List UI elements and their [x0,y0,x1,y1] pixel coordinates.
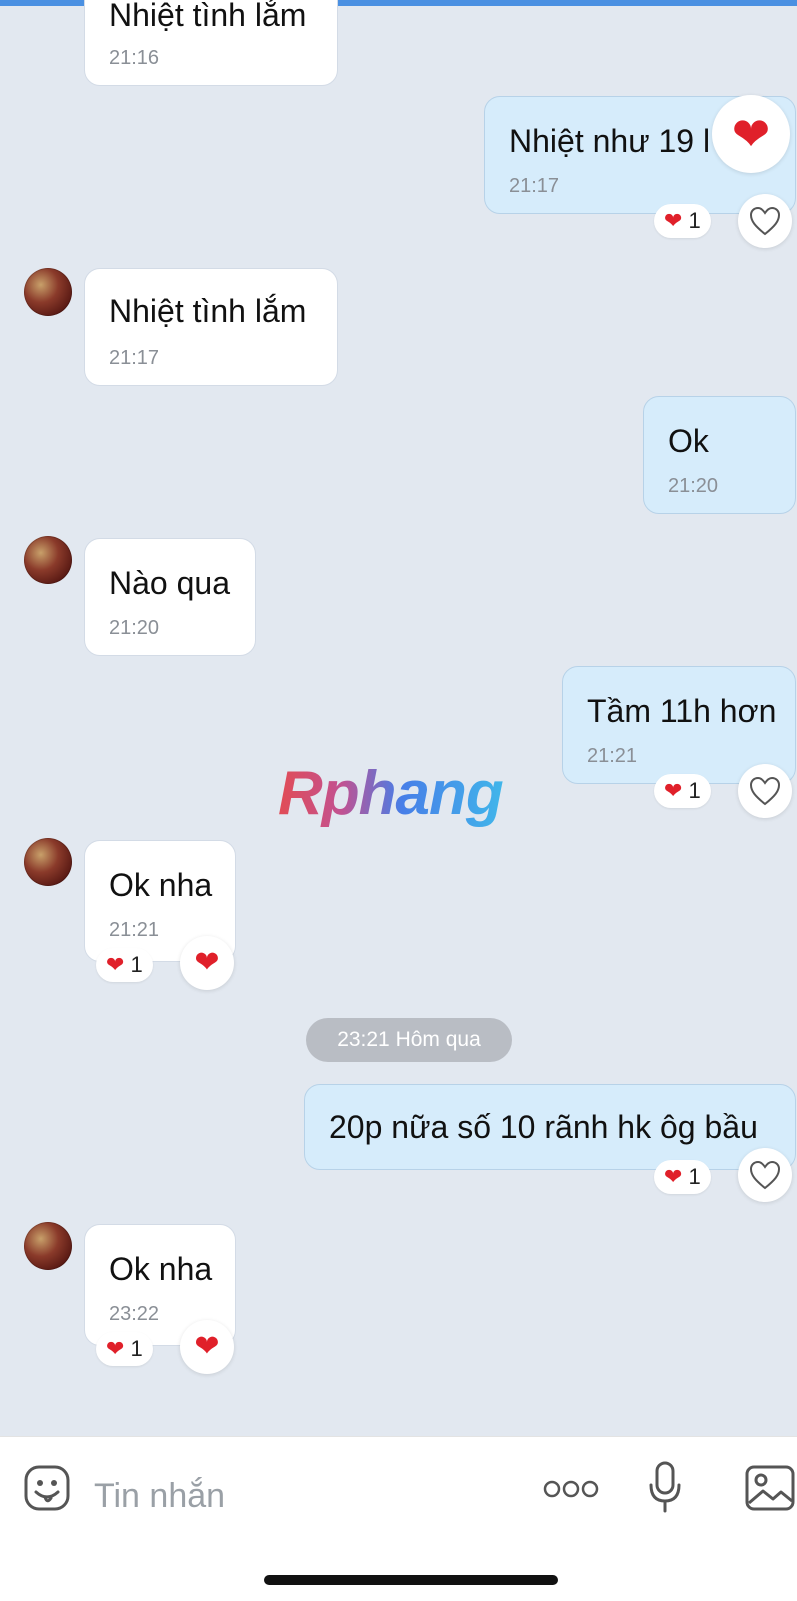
reaction-count-pill[interactable]: ❤ 1 [654,774,711,808]
heart-icon: ❤ [731,108,771,160]
message-time: 21:21 [109,919,160,941]
heart-icon: ❤ [664,208,683,233]
avatar[interactable] [24,1222,72,1270]
avatar[interactable] [24,536,72,584]
heart-outline-icon [749,1160,781,1190]
message-time: 21:17 [509,175,560,197]
message-text: Tầm 11h hơn [587,693,777,729]
message-time: 21:16 [109,47,160,69]
heart-icon: ❤ [194,1330,220,1363]
message-time: 21:20 [109,617,160,639]
heart-reaction-button[interactable]: ❤ [712,95,790,173]
message-text: Nhiệt tình lắm [109,0,307,33]
voice-message-button[interactable] [640,1459,690,1515]
image-icon [745,1465,795,1511]
message-text: Nhiệt tình lắm [109,293,307,329]
reaction-count-pill[interactable]: ❤ 1 [654,204,711,238]
message-bubble-outgoing[interactable]: Ok 21:20 [643,396,796,514]
more-button[interactable] [542,1469,600,1509]
heart-reaction-button[interactable]: ❤ [180,1320,234,1374]
reaction-count-pill[interactable]: ❤ 1 [654,1160,711,1194]
like-button[interactable] [738,764,792,818]
heart-outline-icon [749,776,781,806]
message-time: 23:22 [109,1303,160,1325]
reaction-count: 1 [688,208,701,233]
message-time: 21:20 [668,475,719,497]
avatar[interactable] [24,838,72,886]
message-text: Nào qua [109,565,230,601]
date-separator: 23:21 Hôm qua [306,1018,512,1062]
message-bubble-outgoing[interactable]: 20p nữa số 10 rãnh hk ôg bầu [304,1084,796,1170]
heart-reaction-button[interactable]: ❤ [180,936,234,990]
message-text: Ok [668,423,709,459]
message-bubble-incoming[interactable]: Nhiệt tình lắm 21:16 [84,0,338,86]
message-bubble-incoming[interactable]: Nào qua 21:20 [84,538,256,656]
heart-icon: ❤ [664,778,683,803]
avatar[interactable] [24,268,72,316]
reaction-count: 1 [130,1336,143,1361]
reaction-count-pill[interactable]: ❤ 1 [96,1332,153,1366]
message-input[interactable]: Tin nhắn [94,1477,225,1516]
message-time: 21:21 [587,745,638,767]
message-bubble-incoming[interactable]: Nhiệt tình lắm 21:17 [84,268,338,386]
heart-icon: ❤ [106,1336,125,1361]
watermark-logo: Rphang [278,759,504,828]
home-indicator[interactable] [264,1575,558,1585]
heart-icon: ❤ [106,952,125,977]
message-text: Ok nha [109,1251,213,1287]
reaction-count-pill[interactable]: ❤ 1 [96,948,153,982]
microphone-icon [649,1461,681,1513]
like-button[interactable] [738,194,792,248]
message-text: Nhiệt như 19 l [509,123,711,159]
sticker-button[interactable] [22,1463,72,1513]
message-text: 20p nữa số 10 rãnh hk ôg bầu [329,1109,758,1145]
heart-outline-icon [749,206,781,236]
message-time: 21:17 [109,347,160,369]
reaction-count: 1 [688,778,701,803]
heart-icon: ❤ [664,1164,683,1189]
reaction-count: 1 [688,1164,701,1189]
sticker-icon [24,1465,70,1511]
more-icon [543,1480,599,1498]
reaction-count: 1 [130,952,143,977]
image-button[interactable] [744,1463,796,1513]
like-button[interactable] [738,1148,792,1202]
message-text: Ok nha [109,867,213,903]
heart-icon: ❤ [194,946,220,979]
